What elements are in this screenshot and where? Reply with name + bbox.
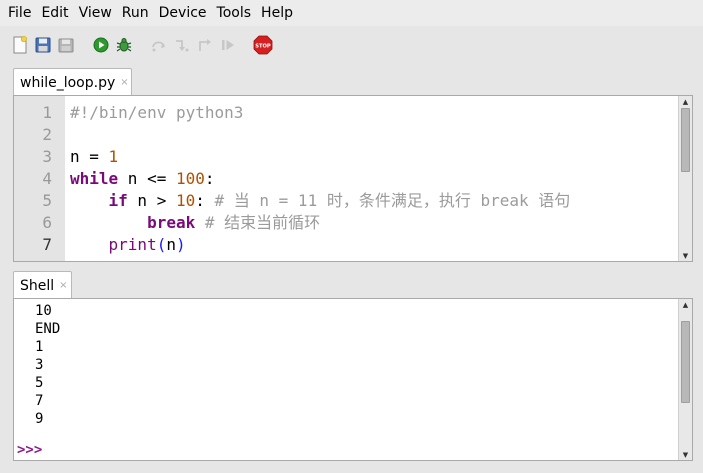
line-number: 3 xyxy=(42,147,52,166)
resume-button[interactable] xyxy=(217,34,239,56)
step-out-button[interactable] xyxy=(194,34,216,56)
tab-while-loop-py[interactable]: while_loop.py × xyxy=(13,68,132,96)
step-out-icon xyxy=(199,39,211,51)
code-token: print xyxy=(108,235,157,254)
code-token: 10 xyxy=(175,191,196,210)
code-token: ( xyxy=(156,235,167,254)
debug-button[interactable] xyxy=(113,34,135,56)
tab-title: Shell xyxy=(20,277,55,294)
code-line: print(n) xyxy=(70,234,186,256)
code-token: break xyxy=(147,213,196,232)
menu-view[interactable]: View xyxy=(74,2,117,24)
code-editor[interactable]: 1234567 #!/bin/env python3 n = 1 while n <… xyxy=(13,95,693,262)
shell-output-line: 10 xyxy=(35,303,52,319)
code-line: if n > 10: # 当 n = 11 时，条件满足，执行 break 语句 xyxy=(70,190,571,212)
shell-output-line: 1 xyxy=(35,339,44,355)
open-file-button[interactable] xyxy=(32,34,54,56)
new-file-button[interactable] xyxy=(9,34,31,56)
line-number-gutter: 1 2 3 4 5 6 7 xyxy=(14,96,65,261)
stop-icon: STOP xyxy=(253,35,273,55)
close-tab-icon[interactable]: × xyxy=(120,77,128,88)
step-over-button[interactable] xyxy=(148,34,170,56)
code-token: n <= xyxy=(118,169,176,188)
menu-bar: File Edit View Run Device Tools Help xyxy=(0,0,703,26)
code-token: n = xyxy=(70,147,109,166)
shell-output-line: 9 xyxy=(35,411,44,427)
line-number: 2 xyxy=(42,125,52,144)
menu-tools[interactable]: Tools xyxy=(212,2,257,24)
save-all-icon xyxy=(58,38,74,53)
toolbar: STOP xyxy=(0,28,703,62)
step-over-icon xyxy=(152,41,165,52)
save-button[interactable] xyxy=(55,34,77,56)
code-token: while xyxy=(70,169,119,188)
code-token: 100 xyxy=(175,169,205,188)
code-line: n = 1 xyxy=(70,146,118,168)
menu-run[interactable]: Run xyxy=(117,2,154,24)
code-line: #!/bin/env python3 xyxy=(70,102,243,124)
step-into-button[interactable] xyxy=(171,34,193,56)
code-line: break # 结束当前循环 xyxy=(70,212,320,234)
resume-icon xyxy=(222,40,234,50)
line-number: 5 xyxy=(42,191,52,210)
editor-vertical-scrollbar[interactable]: ▲ ▼ xyxy=(678,96,692,261)
code-token: ) xyxy=(175,235,186,254)
scrollbar-thumb[interactable] xyxy=(681,321,690,403)
code-token: 1 xyxy=(108,147,119,166)
code-token: # 当 n = 11 时，条件满足，执行 break 语句 xyxy=(214,191,571,210)
line-number: 1 xyxy=(42,103,52,122)
code-token: : xyxy=(204,169,215,188)
shell-output-line: 5 xyxy=(35,375,44,391)
shell-output-line: 3 xyxy=(35,357,44,373)
shell-prompt: >>> xyxy=(17,442,43,458)
shell-output-line: END xyxy=(35,321,61,337)
code-area[interactable]: #!/bin/env python3 n = 1 while n <= 100: i… xyxy=(65,96,678,261)
code-line: while n <= 100: xyxy=(70,168,215,190)
shell-vertical-scrollbar[interactable]: ▲ ▼ xyxy=(678,299,692,460)
stop-icon-label: STOP xyxy=(255,43,271,49)
line-number: 4 xyxy=(42,169,52,188)
run-icon xyxy=(93,37,109,53)
menu-edit[interactable]: Edit xyxy=(36,2,73,24)
new-file-icon xyxy=(13,36,27,54)
stop-button[interactable]: STOP xyxy=(252,34,274,56)
menu-file[interactable]: File xyxy=(3,2,36,24)
scroll-down-arrow-icon[interactable]: ▼ xyxy=(679,449,692,460)
line-number: 6 xyxy=(42,213,52,232)
step-into-icon xyxy=(176,40,189,52)
code-token: # 结束当前循环 xyxy=(204,213,321,232)
menu-help[interactable]: Help xyxy=(256,2,298,24)
run-button[interactable] xyxy=(90,34,112,56)
code-token: if xyxy=(108,191,128,210)
code-token: n xyxy=(166,235,176,254)
debug-icon xyxy=(116,38,132,52)
shell-console[interactable]: 10 END 1 3 5 7 9 >>> ▲ ▼ xyxy=(13,298,693,461)
tab-shell[interactable]: Shell × xyxy=(13,271,72,299)
tab-title: while_loop.py xyxy=(20,74,116,91)
scrollbar-thumb[interactable] xyxy=(681,108,690,172)
code-token: n > xyxy=(127,191,176,210)
scroll-down-arrow-icon[interactable]: ▼ xyxy=(679,250,692,261)
code-token: #!/bin/env python3 xyxy=(70,103,244,122)
scroll-up-arrow-icon[interactable]: ▲ xyxy=(679,96,692,107)
code-token: : xyxy=(195,191,215,210)
menu-device[interactable]: Device xyxy=(154,2,212,24)
line-number: 7 xyxy=(42,235,52,254)
shell-output-line: 7 xyxy=(35,393,44,409)
save-icon xyxy=(35,37,51,53)
close-tab-icon[interactable]: × xyxy=(59,280,67,291)
scroll-up-arrow-icon[interactable]: ▲ xyxy=(679,299,692,310)
